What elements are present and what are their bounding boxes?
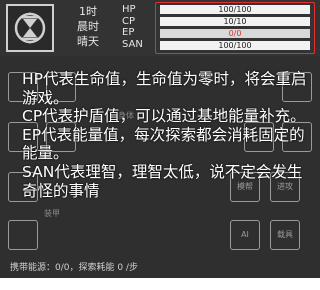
cp-value: 10/10: [223, 17, 247, 26]
hp-value: 100/100: [218, 5, 252, 14]
section-label-armor: 装甲: [44, 209, 60, 218]
grid-slot[interactable]: [8, 220, 38, 250]
grid-slot-vehicle[interactable]: 载具: [270, 220, 300, 250]
hp-bar: 100/100: [160, 5, 310, 14]
grid-slot-ai[interactable]: AI: [230, 220, 260, 250]
tooltip-line-san: SAN代表理智，理智太低，说不定会发生奇怪的事情: [22, 162, 303, 200]
character-avatar[interactable]: [6, 4, 54, 52]
stat-bars-highlight: 100/100 10/10 0/0 100/100: [155, 2, 315, 54]
ep-label: EP: [122, 27, 135, 38]
ep-bar: 0/0: [160, 29, 310, 38]
cp-label: CP: [122, 15, 136, 27]
san-label: SAN: [122, 38, 143, 50]
weather-label: 晴天: [77, 35, 99, 48]
cp-bar: 10/10: [160, 17, 310, 26]
stats-help-tooltip: HP代表生命值，生命值为零时，将会重启游戏。 CP代表护盾值，可以通过基地能量补…: [22, 70, 312, 200]
san-value: 100/100: [218, 41, 252, 50]
stat-labels: HP CP EP SAN: [122, 4, 158, 50]
tooltip-line-cp: CP代表护盾值，可以通过基地能量补充。: [22, 107, 306, 126]
tooltip-line-hp: HP代表生命值，生命值为零时，将会重启游戏。: [22, 70, 307, 107]
status-header: 1时 晨时 晴天 HP CP EP SAN 100/100 10/10 0/0: [0, 0, 320, 56]
san-bar: 100/100: [160, 41, 310, 50]
hp-label: HP: [122, 4, 136, 15]
tooltip-line-ep: EP代表能量值，每次探索都会消耗固定的能量。: [22, 125, 305, 163]
bottom-edge: [0, 278, 320, 290]
time-weather-panel: 1时 晨时 晴天: [62, 4, 114, 49]
hourglass-icon: [14, 12, 46, 44]
game-screen: 1时 晨时 晴天 HP CP EP SAN 100/100 10/10 0/0: [0, 0, 320, 290]
slot-label: AI: [241, 230, 249, 239]
energy-carry-status: 携带能源：0/0，探索耗能 0 /步: [10, 263, 138, 273]
ep-value: 0/0: [228, 29, 242, 38]
slot-label: 载具: [277, 230, 293, 239]
period-label: 晨时: [77, 20, 99, 33]
hour-label: 1时: [79, 5, 97, 18]
